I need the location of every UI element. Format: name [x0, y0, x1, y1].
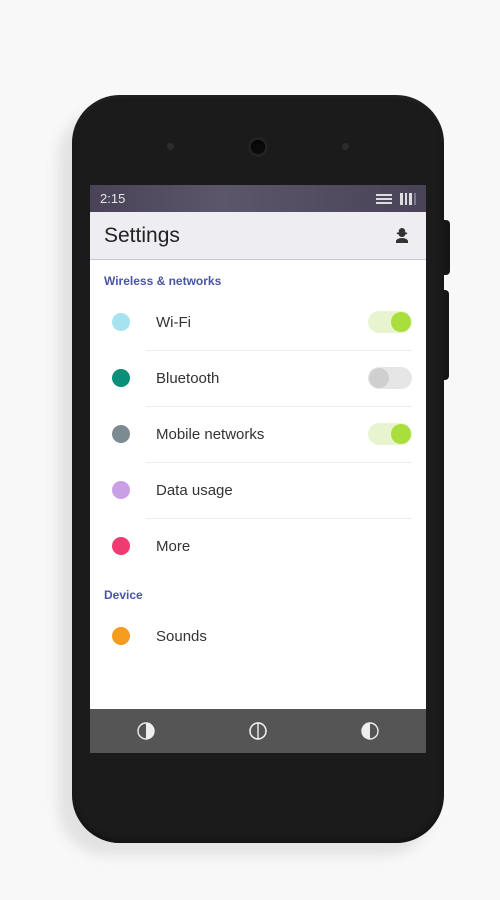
settings-list[interactable]: Wireless & networks Wi-Fi Bluetooth Mobi…: [90, 260, 426, 709]
screen: 2:15 Settings Wireless & networks Wi-Fi: [90, 185, 426, 753]
status-bar: 2:15: [90, 185, 426, 212]
row-data-usage[interactable]: Data usage: [90, 462, 426, 518]
status-time: 2:15: [100, 191, 125, 206]
row-label: More: [156, 538, 412, 555]
bullet-icon: [112, 627, 130, 645]
phone-frame: 2:15 Settings Wireless & networks Wi-Fi: [72, 95, 444, 843]
row-bluetooth[interactable]: Bluetooth: [90, 350, 426, 406]
bullet-icon: [112, 313, 130, 331]
menu-icon: [376, 193, 392, 205]
bullet-icon: [112, 425, 130, 443]
section-header-device: Device: [90, 574, 426, 608]
row-label: Sounds: [156, 628, 412, 645]
toggle-wifi[interactable]: [368, 311, 412, 333]
bullet-icon: [112, 369, 130, 387]
row-wifi[interactable]: Wi-Fi: [90, 294, 426, 350]
toggle-mobile-networks[interactable]: [368, 423, 412, 445]
section-header-wireless: Wireless & networks: [90, 260, 426, 294]
nav-home-button[interactable]: [202, 709, 314, 753]
page-title: Settings: [104, 224, 392, 248]
row-sounds[interactable]: Sounds: [90, 608, 426, 664]
row-label: Wi-Fi: [156, 314, 368, 331]
nav-back-button[interactable]: [90, 709, 202, 753]
battery-icon: [400, 193, 416, 205]
bullet-icon: [112, 537, 130, 555]
profile-icon[interactable]: [392, 226, 412, 246]
row-label: Mobile networks: [156, 426, 368, 443]
row-label: Data usage: [156, 482, 412, 499]
speaker-icon: [251, 140, 265, 154]
system-nav-bar: [90, 709, 426, 753]
row-more[interactable]: More: [90, 518, 426, 574]
nav-recent-button[interactable]: [314, 709, 426, 753]
row-mobile-networks[interactable]: Mobile networks: [90, 406, 426, 462]
row-label: Bluetooth: [156, 370, 368, 387]
toggle-bluetooth[interactable]: [368, 367, 412, 389]
app-header: Settings: [90, 212, 426, 260]
bullet-icon: [112, 481, 130, 499]
